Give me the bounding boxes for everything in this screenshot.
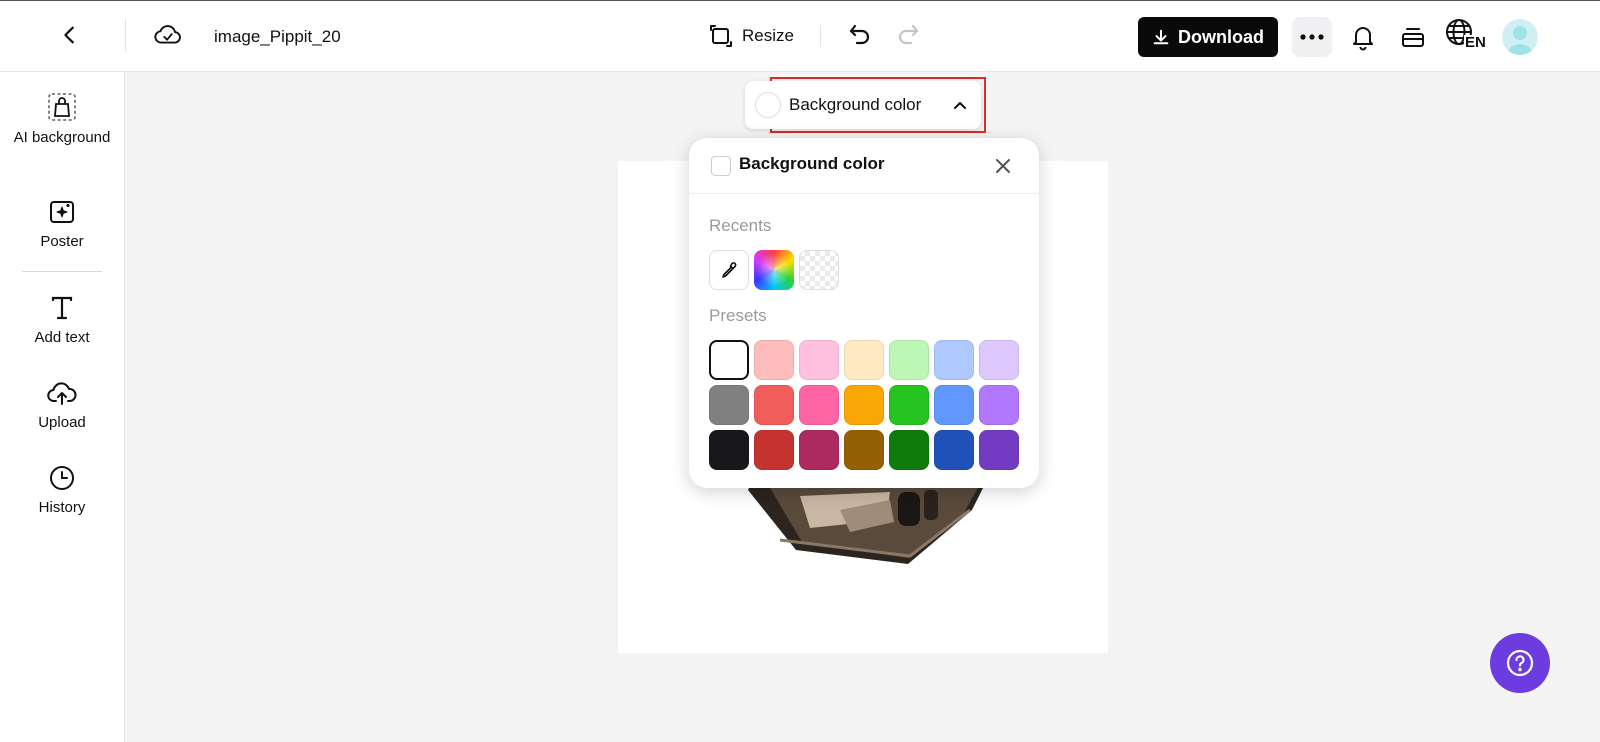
layers-icon (1402, 28, 1424, 47)
preset-color-swatch[interactable] (709, 385, 749, 425)
preset-color-swatch[interactable] (979, 385, 1019, 425)
sidebar-item-poster[interactable]: Poster (12, 198, 112, 252)
preset-color-swatch[interactable] (754, 430, 794, 470)
sidebar-item-ai-background[interactable]: AI background (12, 92, 112, 148)
more-dots-icon (1300, 34, 1324, 40)
back-button[interactable] (52, 17, 88, 53)
undo-icon (849, 24, 870, 45)
layers-button[interactable] (1394, 17, 1432, 57)
preset-color-swatch[interactable] (844, 430, 884, 470)
avatar[interactable] (1502, 19, 1538, 55)
close-button[interactable] (989, 152, 1017, 180)
clock-icon (50, 466, 74, 490)
preset-color-swatch[interactable] (844, 385, 884, 425)
toolbar-divider (820, 25, 821, 47)
sidebar-item-add-text[interactable]: Add text (12, 294, 112, 348)
preset-color-swatch[interactable] (799, 385, 839, 425)
notifications-button[interactable] (1344, 17, 1382, 57)
sidebar-item-upload[interactable]: Upload (12, 379, 112, 433)
background-color-label: Background color (789, 95, 922, 114)
background-color-checkbox[interactable] (711, 156, 731, 176)
transparent-swatch[interactable] (799, 250, 839, 290)
sidebar-item-label: History (38, 499, 86, 516)
eyedropper-icon (722, 262, 737, 278)
more-options-button[interactable] (1292, 17, 1332, 57)
download-label: Download (1178, 26, 1264, 47)
upload-icon (47, 382, 77, 405)
close-icon (996, 159, 1010, 173)
popup-title: Background color (739, 154, 885, 173)
preset-color-swatch[interactable] (889, 340, 929, 380)
preset-color-swatch[interactable] (934, 340, 974, 380)
preset-color-swatch[interactable] (934, 385, 974, 425)
cloud-check-icon (154, 25, 181, 44)
bag-icon (48, 93, 76, 121)
background-color-dropdown[interactable]: Background color (745, 81, 981, 129)
recents-label: Recents (709, 216, 772, 235)
background-color-popup: Background color Recents Presets (689, 138, 1039, 488)
preset-color-swatch[interactable] (709, 430, 749, 470)
left-sidebar: AI background Poster Add text Upload His… (0, 72, 125, 742)
file-name[interactable]: image_Pippit_20 (214, 25, 346, 49)
cloud-sync-button[interactable] (150, 17, 186, 53)
redo-icon (898, 24, 919, 45)
current-color-swatch (755, 92, 781, 118)
user-avatar-icon (1507, 26, 1533, 55)
eyedropper-button[interactable] (709, 250, 749, 290)
download-button[interactable]: Download (1138, 17, 1278, 57)
preset-color-swatch[interactable] (799, 430, 839, 470)
language-code: EN (1464, 34, 1487, 51)
preset-color-swatch[interactable] (844, 340, 884, 380)
language-button[interactable]: EN (1444, 15, 1490, 57)
preset-color-swatch[interactable] (934, 430, 974, 470)
text-icon (51, 296, 73, 320)
presets-label: Presets (709, 306, 767, 325)
help-button[interactable] (1490, 633, 1550, 693)
poster-icon (50, 201, 74, 223)
sidebar-item-label: Upload (38, 414, 86, 431)
preset-color-swatch[interactable] (889, 430, 929, 470)
sidebar-item-history[interactable]: History (12, 464, 112, 518)
chevron-up-icon (949, 94, 971, 116)
preset-color-swatch[interactable] (979, 340, 1019, 380)
sidebar-item-label: Poster (40, 233, 84, 250)
preset-color-swatch[interactable] (799, 340, 839, 380)
toolbar-divider (125, 19, 126, 51)
help-icon (1506, 649, 1534, 677)
preset-color-swatch[interactable] (754, 340, 794, 380)
undo-button[interactable] (842, 17, 878, 53)
sidebar-item-label: Add text (34, 329, 90, 346)
chevron-left-icon (64, 26, 74, 44)
sidebar-divider (22, 271, 102, 272)
resize-button[interactable]: Resize (704, 17, 798, 55)
resize-label: Resize (742, 26, 794, 45)
preset-color-swatch[interactable] (754, 385, 794, 425)
custom-color-picker[interactable] (754, 250, 794, 290)
bell-icon (1353, 27, 1373, 51)
preset-color-swatch[interactable] (979, 430, 1019, 470)
redo-button[interactable] (890, 17, 926, 53)
resize-icon (710, 25, 732, 47)
popup-header: Background color (689, 138, 1039, 194)
preset-color-swatch[interactable] (889, 385, 929, 425)
top-bar: image_Pippit_20 Resize Download EN (0, 0, 1600, 72)
preset-color-swatch[interactable] (709, 340, 749, 380)
sidebar-item-label: AI background (13, 129, 111, 146)
download-icon (1153, 29, 1169, 45)
